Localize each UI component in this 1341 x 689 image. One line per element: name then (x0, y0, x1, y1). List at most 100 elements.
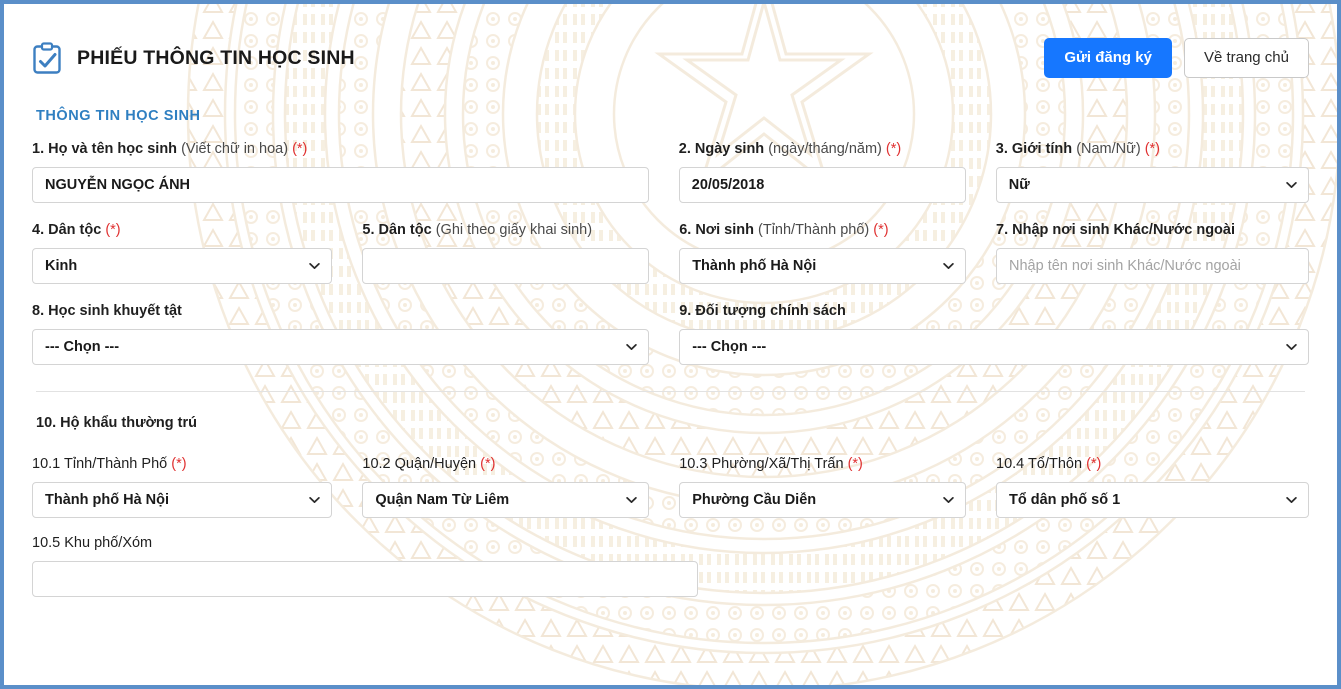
row-spacer (32, 518, 1309, 534)
header-title-group: PHIẾU THÔNG TIN HỌC SINH (32, 42, 355, 74)
birth-date-input[interactable]: 20/05/2018 (678, 167, 966, 204)
field-other-birth-place: 7. Nhập nơi sinh Khác/Nước ngoài Nhập tê… (996, 221, 1309, 285)
field-label-text: Quận/Huyện (394, 455, 477, 472)
field-full-name: 1. Họ và tên học sinh (Viết chữ in hoa) … (32, 140, 679, 204)
province-select[interactable]: Thành phố Hà Nội (32, 481, 333, 518)
birth-place-select-value: Thành phố Hà Nội (692, 258, 817, 275)
chevron-down-icon (309, 263, 321, 270)
page-header: PHIẾU THÔNG TIN HỌC SINH Gửi đăng ký Về … (4, 4, 1337, 90)
field-number: 10.3 (679, 455, 708, 472)
field-hint: (ngày/tháng/năm) (768, 141, 882, 157)
field-number: 2. (678, 141, 691, 157)
section-title-residence: 10. Hộ khẩu thường trú (36, 415, 197, 432)
chevron-down-icon (309, 496, 321, 503)
field-label-ward: 10.3 Phường/Xã/Thị Trấn (*) (679, 455, 966, 473)
form-row-3: 8. Học sinh khuyết tật --- Chọn --- 9. Đ… (32, 302, 1309, 366)
clipboard-check-icon (33, 42, 61, 74)
gender-select-value: Nữ (1008, 177, 1030, 194)
field-label-text: Nơi sinh (695, 222, 754, 239)
field-hint: (Nam/Nữ) (1076, 141, 1141, 157)
form-row-2: 4. Dân tộc (*) Kinh 5. Dân tộc (Ghi theo… (32, 221, 1309, 285)
ward-select[interactable]: Phường Cầu Diễn (679, 481, 967, 518)
policy-subject-select-value: --- Chọn --- (692, 339, 767, 356)
field-label-text: Tỉnh/Thành Phố (64, 455, 168, 472)
field-hamlet: 10.4 Tổ/Thôn (*) Tổ dân phố số 1 (996, 455, 1309, 518)
go-home-button[interactable]: Về trang chủ (1183, 38, 1309, 78)
header-actions: Gửi đăng ký Về trang chủ (1044, 38, 1309, 78)
required-asterisk: (*) (873, 222, 889, 239)
field-number: 10.4 (996, 455, 1025, 472)
required-asterisk: (*) (1144, 141, 1161, 157)
disability-select[interactable]: --- Chọn --- (32, 329, 650, 366)
required-asterisk: (*) (171, 455, 187, 472)
submit-registration-button[interactable]: Gửi đăng ký (1044, 38, 1172, 78)
field-number: 10.1 (32, 455, 61, 472)
district-select[interactable]: Quận Nam Từ Liêm (362, 481, 650, 518)
field-disability: 8. Học sinh khuyết tật --- Chọn --- (32, 302, 679, 366)
field-label-text: Tổ/Thôn (1028, 455, 1083, 472)
field-label-birth-date: 2. Ngày sinh (ngày/tháng/năm) (*) (679, 140, 966, 158)
neighborhood-input[interactable] (32, 560, 698, 597)
field-policy-subject: 9. Đối tượng chính sách --- Chọn --- (679, 302, 1309, 366)
ethnicity-birth-cert-input[interactable] (362, 248, 650, 285)
chevron-down-icon (943, 263, 954, 270)
field-label-text: Dân tộc (378, 222, 432, 239)
field-label-neighborhood: 10.5 Khu phố/Xóm (32, 534, 698, 552)
chevron-down-icon (626, 496, 637, 503)
field-number: 9. (679, 303, 692, 320)
field-neighborhood: 10.5 Khu phố/Xóm (32, 534, 698, 597)
full-name-input[interactable]: NGUYỄN NGỌC ÁNH (32, 167, 649, 204)
field-label-birth-place: 6. Nơi sinh (Tỉnh/Thành phố) (*) (679, 221, 966, 239)
field-label-text: Nhập nơi sinh Khác/Nước ngoài (1012, 222, 1236, 239)
policy-subject-select[interactable]: --- Chọn --- (679, 329, 1309, 366)
section-title-student-info: THÔNG TIN HỌC SINH (36, 108, 201, 124)
field-hint: (Tỉnh/Thành phố) (758, 222, 870, 239)
province-select-value: Thành phố Hà Nội (45, 491, 170, 508)
row-spacer (32, 203, 1309, 221)
chevron-down-icon (1286, 182, 1297, 189)
form-row-4: 10.1 Tỉnh/Thành Phố (*) Thành phố Hà Nội… (32, 455, 1309, 518)
field-province: 10.1 Tỉnh/Thành Phố (*) Thành phố Hà Nội (32, 455, 362, 518)
field-label-other-birth-place: 7. Nhập nơi sinh Khác/Nước ngoài (996, 221, 1309, 239)
ethnicity-select[interactable]: Kinh (32, 248, 333, 285)
disability-select-value: --- Chọn --- (45, 339, 120, 356)
field-number: 4. (32, 222, 45, 239)
field-label-text: Ngày sinh (694, 141, 765, 157)
form-row-5: 10.5 Khu phố/Xóm (32, 534, 1309, 597)
row-spacer (32, 284, 1309, 302)
form-row-1: 1. Họ và tên học sinh (Viết chữ in hoa) … (32, 140, 1309, 204)
field-gender: 3. Giới tính (Nam/Nữ) (*) Nữ (995, 140, 1309, 204)
other-birth-place-input[interactable]: Nhập tên nơi sinh Khác/Nước ngoài (996, 248, 1309, 285)
field-number: 1. (32, 141, 45, 157)
field-ward: 10.3 Phường/Xã/Thị Trấn (*) Phường Cầu D… (679, 455, 996, 518)
hamlet-select[interactable]: Tổ dân phố số 1 (996, 481, 1309, 518)
field-number: 8. (32, 303, 45, 320)
chevron-down-icon (943, 496, 954, 503)
student-info-form-page: PHIẾU THÔNG TIN HỌC SINH Gửi đăng ký Về … (4, 4, 1337, 685)
required-asterisk: (*) (847, 455, 863, 472)
required-asterisk: (*) (1086, 455, 1102, 472)
field-label-text: Khu phố/Xóm (64, 534, 153, 551)
field-label-text: Họ và tên học sinh (48, 141, 178, 157)
field-hint: (Viết chữ in hoa) (181, 141, 289, 157)
gender-select[interactable]: Nữ (995, 167, 1309, 204)
chevron-down-icon (626, 344, 637, 351)
form-body: THÔNG TIN HỌC SINH 1. Họ và tên học sinh… (4, 108, 1337, 597)
birth-place-select[interactable]: Thành phố Hà Nội (679, 248, 967, 285)
field-birth-place: 6. Nơi sinh (Tỉnh/Thành phố) (*) Thành p… (679, 221, 996, 285)
required-asterisk: (*) (480, 455, 496, 472)
field-label-hamlet: 10.4 Tổ/Thôn (*) (996, 455, 1309, 473)
ward-select-value: Phường Cầu Diễn (692, 491, 817, 508)
field-label-disability: 8. Học sinh khuyết tật (32, 302, 649, 320)
field-label-text: Phường/Xã/Thị Trấn (711, 455, 844, 472)
field-label-policy-subject: 9. Đối tượng chính sách (679, 302, 1309, 320)
field-label-ethnicity: 4. Dân tộc (*) (32, 221, 332, 239)
field-number: 10.5 (32, 534, 61, 551)
chevron-down-icon (1286, 344, 1297, 351)
field-number: 6. (679, 222, 692, 239)
field-label-district: 10.2 Quận/Huyện (*) (362, 455, 649, 473)
required-asterisk: (*) (885, 141, 902, 157)
field-number: 7. (996, 222, 1009, 239)
field-number: 3. (995, 141, 1008, 157)
section-divider (36, 391, 1305, 393)
